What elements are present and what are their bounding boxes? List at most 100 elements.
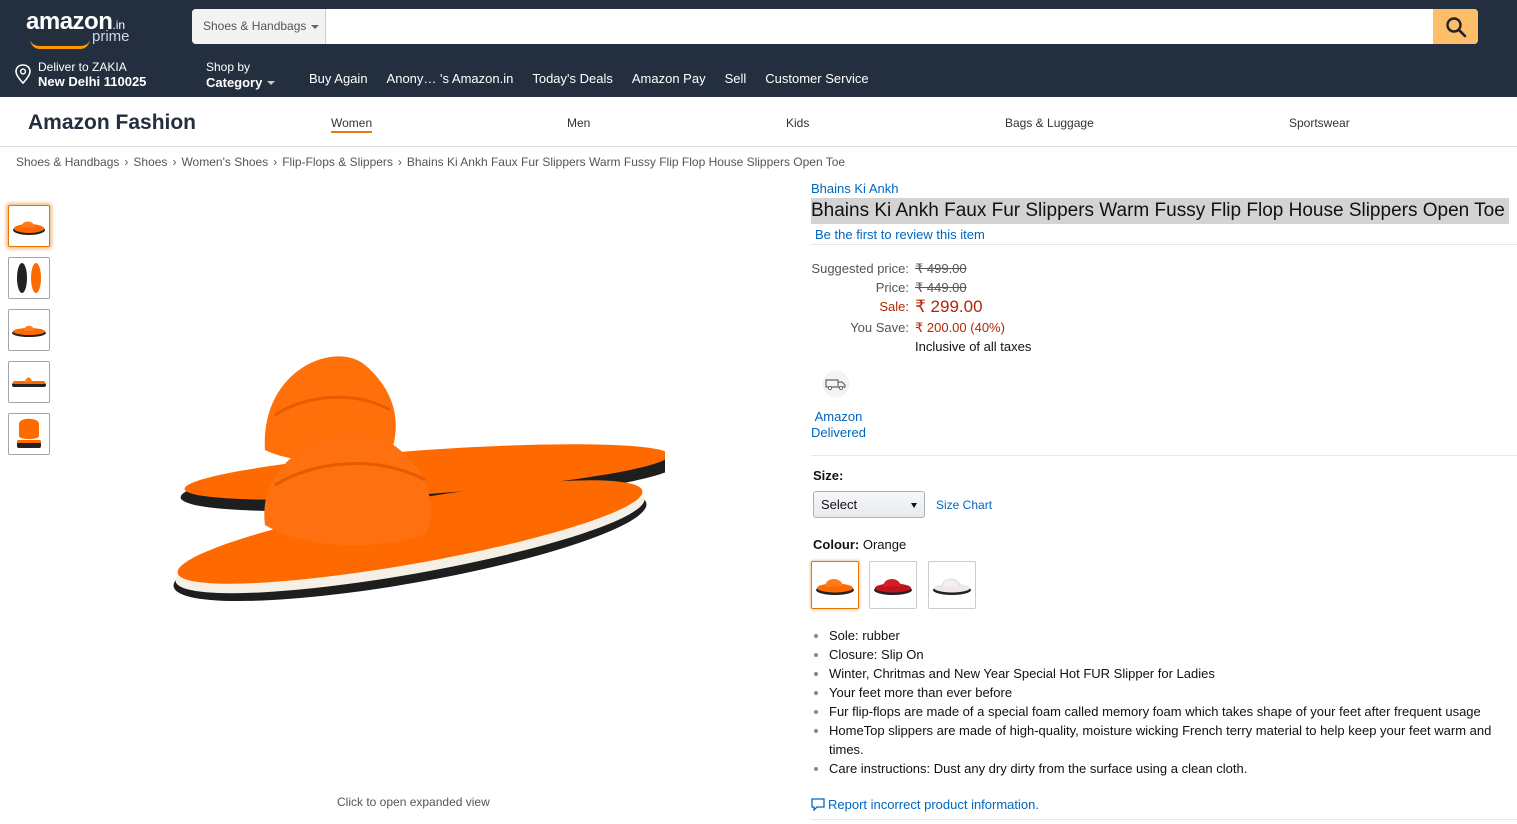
search-category-label: Shoes & Handbags	[203, 19, 307, 33]
fashion-nav-men[interactable]: Men	[567, 116, 590, 130]
logo-prime-text: prime	[92, 28, 130, 45]
thumbnail-2[interactable]	[8, 257, 50, 299]
report-link-text: Report incorrect product information.	[828, 797, 1039, 812]
search-button[interactable]	[1433, 9, 1478, 44]
delivery-truck-icon	[822, 370, 850, 398]
feature-bullet: Fur flip-flops are made of a special foa…	[812, 702, 1517, 721]
fashion-nav-women[interactable]: Women	[331, 116, 373, 133]
colour-swatch-orange[interactable]	[811, 561, 859, 609]
amazon-delivered-badge	[821, 370, 851, 403]
chevron-right-icon: ›	[397, 155, 402, 169]
feature-bullet: Care instructions: Dust any dry dirty fr…	[812, 759, 1517, 778]
slipper-pair-icon	[17, 263, 41, 293]
nav-user-amazon-label: 's Amazon.in	[440, 71, 514, 86]
fashion-title[interactable]: Amazon Fashion	[28, 111, 196, 135]
nav-links: Buy Again Anony… 's Amazon.in Today's De…	[309, 71, 888, 86]
colour-label: Colour: Orange	[813, 537, 906, 552]
you-save-value: ₹ 200.00 (40%)	[915, 320, 1005, 335]
brand-link[interactable]: Bhains Ki Ankh	[811, 181, 898, 196]
shop-by-label: Shop by	[206, 60, 251, 74]
report-incorrect-info-link[interactable]: Report incorrect product information.	[811, 797, 1039, 812]
chevron-right-icon: ›	[172, 155, 177, 169]
chevron-down-icon	[311, 24, 320, 29]
chevron-down-icon	[911, 503, 917, 508]
nav-amazon-pay[interactable]: Amazon Pay	[632, 71, 706, 86]
slipper-front-icon	[17, 418, 41, 448]
chevron-right-icon: ›	[273, 155, 278, 169]
slipper-thumbnail-icon	[13, 221, 45, 235]
deliver-to-address: New Delhi 110025	[38, 74, 147, 89]
search-input[interactable]	[327, 9, 1433, 44]
deliver-to-name: Deliver to ZAKIA	[38, 60, 127, 74]
search-icon	[1445, 16, 1466, 37]
search-bar: Shoes & Handbags	[192, 9, 1478, 44]
nav-customer-service[interactable]: Customer Service	[765, 71, 868, 86]
breadcrumb-item-current[interactable]: Bhains Ki Ankh Faux Fur Slippers Warm Fu…	[407, 155, 845, 169]
feature-bullets: Sole: rubber Closure: Slip On Winter, Ch…	[812, 626, 1517, 778]
thumbnail-3[interactable]	[8, 309, 50, 351]
price-value: ₹ 449.00	[915, 280, 967, 295]
breadcrumb-item[interactable]: Women's Shoes	[181, 155, 268, 169]
breadcrumb: Shoes & Handbags › Shoes › Women's Shoes › Fli…	[16, 155, 845, 169]
chevron-down-icon	[267, 80, 276, 85]
price-label: Price:	[875, 280, 909, 295]
expand-image-hint: Click to open expanded view	[337, 795, 490, 809]
nav-buy-again[interactable]: Buy Again	[309, 71, 368, 86]
comment-icon	[811, 798, 825, 812]
amazon-delivered-text[interactable]: Amazon Delivered	[811, 409, 866, 441]
divider	[811, 819, 1517, 820]
white-slipper-swatch-icon	[933, 578, 971, 595]
feature-bullet: Sole: rubber	[812, 626, 1517, 645]
feature-bullet: HomeTop slippers are made of high-qualit…	[812, 721, 1517, 759]
colour-label-text: Colour:	[813, 537, 860, 552]
fashion-nav-kids[interactable]: Kids	[786, 116, 809, 130]
sale-price-value: ₹ 299.00	[915, 297, 983, 316]
breadcrumb-item[interactable]: Shoes	[133, 155, 167, 169]
colour-swatch-white[interactable]	[928, 561, 976, 609]
size-select[interactable]: Select	[813, 491, 925, 518]
colour-swatch-red[interactable]	[869, 561, 917, 609]
breadcrumb-item[interactable]: Flip-Flops & Slippers	[282, 155, 393, 169]
red-slipper-swatch-icon	[874, 578, 912, 595]
tax-note: Inclusive of all taxes	[915, 339, 1032, 354]
amazon-logo[interactable]: amazon.in prime	[26, 8, 130, 49]
chevron-right-icon: ›	[124, 155, 129, 169]
category-label: Category	[206, 75, 263, 90]
you-save-label: You Save:	[850, 320, 909, 335]
feature-bullet: Winter, Chritmas and New Year Special Ho…	[812, 664, 1517, 683]
size-label: Size:	[813, 468, 844, 483]
thumbnail-1[interactable]	[8, 205, 50, 247]
size-chart-link[interactable]: Size Chart	[936, 498, 992, 512]
main-product-image[interactable]	[165, 340, 680, 620]
nav-user-amazon[interactable]: Anony… 's Amazon.in	[387, 71, 514, 86]
fashion-nav-sportswear[interactable]: Sportswear	[1289, 116, 1350, 130]
feature-bullet: Closure: Slip On	[812, 645, 1517, 664]
orange-fur-slipper-image	[173, 356, 680, 602]
shop-by-category-menu[interactable]: Shop by Category	[206, 60, 276, 92]
search-category-dropdown[interactable]: Shoes & Handbags	[192, 9, 326, 44]
fashion-nav-bags-luggage[interactable]: Bags & Luggage	[1005, 116, 1094, 130]
sale-label: Sale:	[879, 299, 909, 314]
suggested-price-value: ₹ 499.00	[915, 261, 967, 276]
top-nav-bar: amazon.in prime Shoes & Handbags Deliver…	[0, 0, 1517, 97]
orange-slipper-swatch-icon	[816, 578, 854, 595]
divider	[811, 455, 1517, 456]
review-link[interactable]: Be the first to review this item	[815, 227, 985, 242]
thumbnail-5[interactable]	[8, 413, 50, 455]
feature-bullet: Your feet more than ever before	[812, 683, 1517, 702]
colour-value: Orange	[862, 537, 907, 552]
nav-todays-deals[interactable]: Today's Deals	[532, 71, 613, 86]
suggested-price-label: Suggested price:	[811, 261, 909, 276]
slipper-side-icon	[12, 325, 46, 337]
location-pin-icon	[15, 64, 31, 84]
thumbnail-4[interactable]	[8, 361, 50, 403]
slipper-profile-icon	[12, 377, 46, 387]
divider	[811, 244, 1517, 245]
fashion-subnav: Amazon Fashion Women Men Kids Bags & Lug…	[0, 97, 1517, 147]
breadcrumb-item[interactable]: Shoes & Handbags	[16, 155, 119, 169]
nav-user-name: Anony…	[386, 71, 437, 86]
size-select-value: Select	[821, 497, 858, 512]
product-title: Bhains Ki Ankh Faux Fur Slippers Warm Fu…	[811, 198, 1509, 224]
nav-sell[interactable]: Sell	[725, 71, 747, 86]
logo-smile-icon	[30, 39, 90, 49]
